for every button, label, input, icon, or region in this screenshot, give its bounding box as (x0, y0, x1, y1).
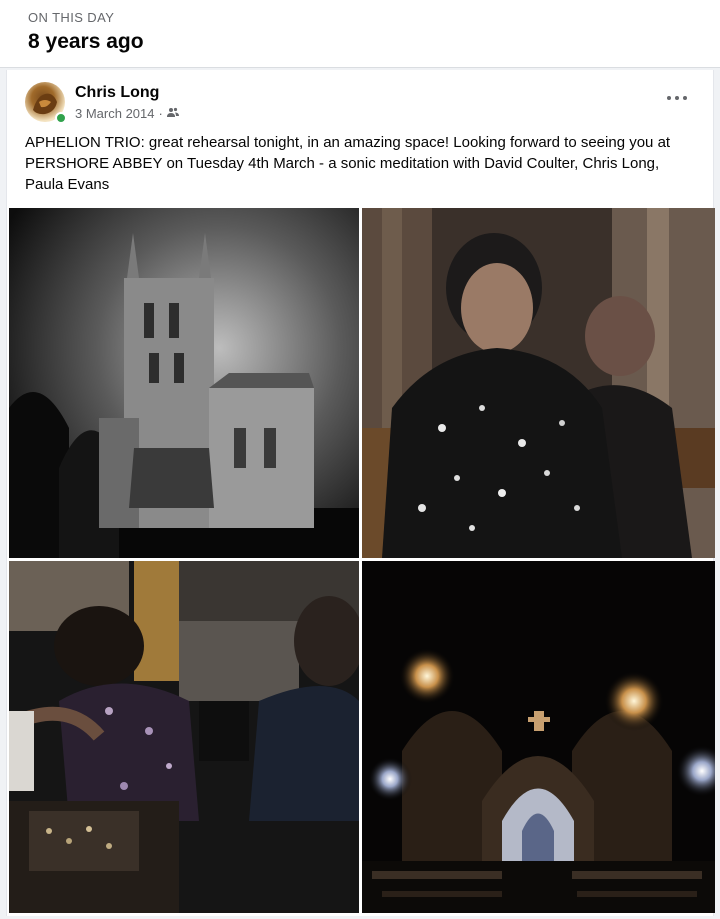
memory-title: 8 years ago (28, 30, 144, 53)
post-card: Chris Long 3 March 2014 · APHELION TRIO:… (6, 70, 715, 916)
more-options-icon[interactable] (667, 92, 687, 104)
photo-abbey-interior[interactable] (362, 561, 715, 913)
post-text: APHELION TRIO: great rehearsal tonight, … (25, 134, 671, 193)
meta-separator: · (158, 106, 163, 121)
memory-kicker: ON THIS DAY (28, 10, 115, 25)
friends-icon (166, 106, 179, 121)
memory-header: ON THIS DAY 8 years ago (0, 0, 720, 68)
post-date[interactable]: 3 March 2014 (75, 106, 155, 121)
photo-abbey-tower[interactable] (9, 208, 359, 558)
author-name[interactable]: Chris Long (75, 84, 159, 102)
online-status-dot (55, 112, 67, 124)
photo-musicians-rehearsing[interactable] (9, 561, 359, 913)
photo-musicians-portrait[interactable] (362, 208, 715, 558)
post-meta: 3 March 2014 · (75, 106, 179, 121)
photo-grid (7, 208, 715, 916)
